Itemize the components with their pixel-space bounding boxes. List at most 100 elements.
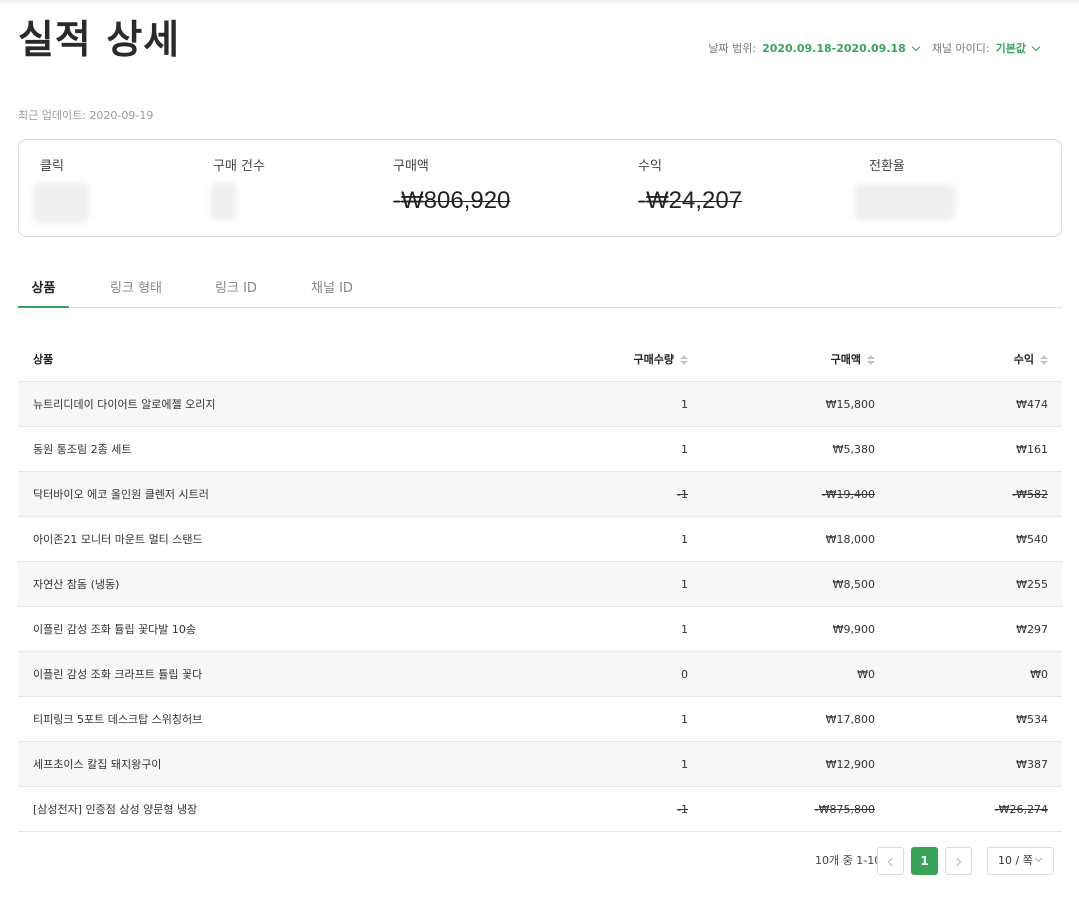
chevron-down-icon [911, 42, 921, 52]
table-row: 이플린 감성 조화 크라프트 튤립 꽃다 0 ₩0 ₩0 [18, 652, 1062, 697]
metric-revenue: 수익 -₩24,207 [638, 159, 742, 216]
last-updated: 최근 업데이트: 2020-09-19 [18, 109, 154, 122]
channel-filter[interactable]: 채널 아이디: 기본값 [931, 41, 1041, 57]
conversion-label: 전환율 [869, 159, 905, 174]
chevron-left-icon [887, 857, 897, 867]
date-range-value: 2020.09.18-2020.09.18 [762, 42, 906, 55]
blurred-conversion-value [855, 184, 955, 220]
sort-icon[interactable] [680, 354, 688, 367]
header-revenue[interactable]: 수익 [1014, 338, 1048, 382]
revenue-cell: -₩582 [1012, 488, 1048, 501]
table-row: 세프초이스 칼집 돼지왕구이 1 ₩12,900 ₩387 [18, 742, 1062, 787]
qty-cell: 1 [681, 623, 688, 636]
table-row: [삼성전자] 인증점 삼성 양문형 냉장 -1 -₩875,800 -₩26,274 [18, 787, 1062, 832]
header-amount[interactable]: 구매액 [831, 338, 875, 382]
amount-value: -₩806,920 [393, 187, 511, 214]
amount-cell: -₩19,400 [821, 488, 875, 501]
channel-label: 채널 아이디: [931, 42, 990, 55]
amount-cell: ₩8,500 [832, 578, 875, 591]
top-shadow [0, 0, 1079, 4]
channel-value: 기본값 [995, 42, 1026, 55]
date-range-label: 날짜 범위: [708, 42, 757, 55]
revenue-cell: ₩540 [1016, 533, 1048, 546]
product-cell: 동원 통조림 2종 세트 [33, 443, 132, 456]
qty-cell: 1 [681, 443, 688, 456]
amount-cell: ₩12,900 [825, 758, 875, 771]
revenue-cell: ₩474 [1016, 398, 1048, 411]
filter-bar: 날짜 범위: 2020.09.18-2020.09.18 채널 아이디: 기본값 [708, 41, 1041, 57]
tab-channel-id[interactable]: 채널 ID [304, 270, 360, 308]
table-header: 상품 구매수량 구매액 수익 [18, 338, 1062, 382]
table-row: 자연산 참돔 (냉동) 1 ₩8,500 ₩255 [18, 562, 1062, 607]
tab-link-id[interactable]: 링크 ID [208, 270, 264, 308]
blurred-clicks-value [33, 183, 89, 223]
blurred-purchases-value [210, 183, 237, 219]
revenue-cell: ₩534 [1016, 713, 1048, 726]
amount-cell: ₩9,900 [832, 623, 875, 636]
product-cell: 닥터바이오 에코 올인원 클렌저 시트러 [33, 488, 209, 501]
table-row: 티피링크 5포트 데스크탑 스위칭허브 1 ₩17,800 ₩534 [18, 697, 1062, 742]
product-cell: 티피링크 5포트 데스크탑 스위칭허브 [33, 713, 203, 726]
metric-clicks: 클릭 [40, 159, 64, 175]
purchases-label: 구매 건수 [213, 159, 265, 174]
product-cell: 자연산 참돔 (냉동) [33, 578, 120, 591]
date-range-filter[interactable]: 날짜 범위: 2020.09.18-2020.09.18 [708, 41, 921, 57]
prev-page-button[interactable] [877, 847, 904, 875]
revenue-cell: ₩161 [1016, 443, 1048, 456]
clicks-label: 클릭 [40, 159, 64, 174]
metric-amount: 구매액 -₩806,920 [393, 159, 510, 216]
qty-cell: 1 [681, 713, 688, 726]
header-qty[interactable]: 구매수량 [634, 338, 688, 382]
chevron-down-icon [1031, 42, 1041, 52]
revenue-cell: -₩26,274 [994, 803, 1048, 816]
amount-cell: ₩5,380 [832, 443, 875, 456]
amount-cell: ₩17,800 [825, 713, 875, 726]
pagination-info: 10개 중 1-10 [815, 854, 882, 867]
metric-conversion: 전환율 [869, 159, 905, 175]
table-row: 동원 통조림 2종 세트 1 ₩5,380 ₩161 [18, 427, 1062, 472]
qty-cell: 0 [681, 668, 688, 681]
product-cell: 이플린 감성 조화 크라프트 튤립 꽃다 [33, 668, 203, 681]
tab-product[interactable]: 상품 [18, 270, 69, 308]
product-cell: 아이존21 모니터 마운트 멀티 스탠드 [33, 533, 203, 546]
amount-label: 구매액 [393, 159, 429, 174]
table-row: 아이존21 모니터 마운트 멀티 스탠드 1 ₩18,000 ₩540 [18, 517, 1062, 562]
table-row: 뉴트리디데이 다이어트 알로에젤 오리지 1 ₩15,800 ₩474 [18, 382, 1062, 427]
performance-table: 상품 구매수량 구매액 수익 뉴트리디데이 다이어트 알로에젤 오리지 1 ₩15,… [18, 338, 1062, 832]
page-size-value: 10 / 쪽 [998, 854, 1033, 867]
table-row: 이플린 감성 조화 튤립 꽃다발 10송 1 ₩9,900 ₩297 [18, 607, 1062, 652]
page-title: 실적 상세 [18, 18, 181, 63]
sort-icon[interactable] [867, 354, 875, 367]
tab-bar: 상품 링크 형태 링크 ID 채널 ID [18, 270, 1062, 308]
metric-purchases: 구매 건수 [213, 159, 265, 175]
table-row: 닥터바이오 에코 올인원 클렌저 시트러 -1 -₩19,400 -₩582 [18, 472, 1062, 517]
page-size-select[interactable]: 10 / 쪽 [987, 847, 1054, 875]
amount-cell: ₩18,000 [825, 533, 875, 546]
summary-card: 클릭 구매 건수 구매액 -₩806,920 수익 -₩24,207 전환율 [18, 139, 1062, 237]
qty-cell: 1 [681, 533, 688, 546]
qty-cell: 1 [681, 758, 688, 771]
table-body: 뉴트리디데이 다이어트 알로에젤 오리지 1 ₩15,800 ₩474 동원 통조림 2… [18, 382, 1062, 832]
revenue-value: -₩24,207 [638, 187, 743, 214]
revenue-cell: ₩0 [1030, 668, 1048, 681]
revenue-label: 수익 [638, 159, 662, 174]
qty-cell: -1 [677, 488, 688, 501]
chevron-right-icon [952, 857, 962, 867]
product-cell: 이플린 감성 조화 튤립 꽃다발 10송 [33, 623, 197, 636]
qty-cell: -1 [677, 803, 688, 816]
revenue-cell: ₩255 [1016, 578, 1048, 591]
header-product: 상품 [33, 353, 54, 366]
amount-cell: ₩15,800 [825, 398, 875, 411]
tab-link-type[interactable]: 링크 형태 [104, 270, 168, 308]
revenue-cell: ₩297 [1016, 623, 1048, 636]
page-button-current[interactable]: 1 [911, 847, 938, 875]
qty-cell: 1 [681, 578, 688, 591]
sort-icon[interactable] [1040, 354, 1048, 367]
qty-cell: 1 [681, 398, 688, 411]
chevron-down-icon [1034, 854, 1043, 863]
revenue-cell: ₩387 [1016, 758, 1048, 771]
next-page-button[interactable] [945, 847, 972, 875]
product-cell: 뉴트리디데이 다이어트 알로에젤 오리지 [33, 398, 216, 411]
product-cell: 세프초이스 칼집 돼지왕구이 [33, 758, 162, 771]
amount-cell: -₩875,800 [814, 803, 875, 816]
